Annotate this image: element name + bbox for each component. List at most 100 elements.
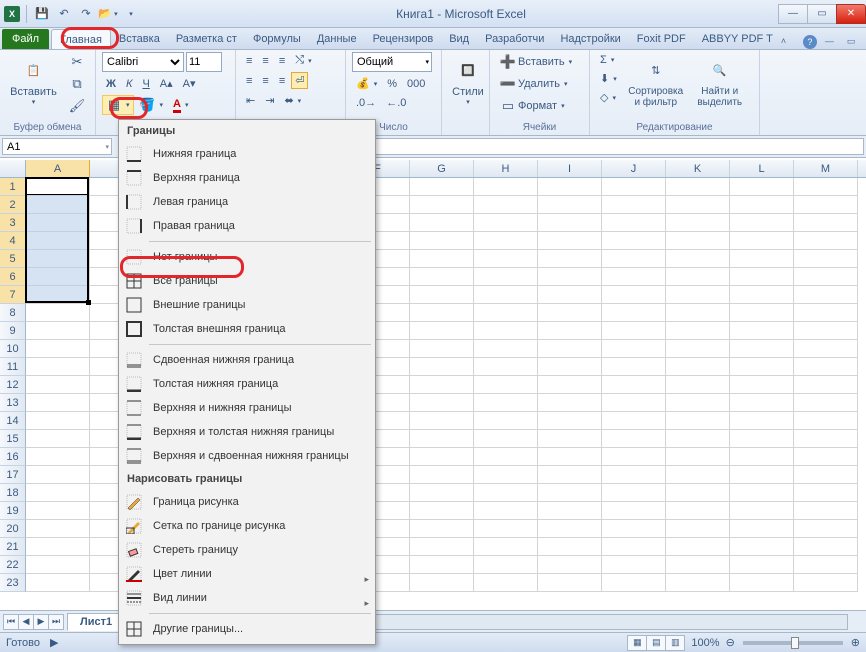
cell[interactable] xyxy=(602,322,666,340)
cell[interactable] xyxy=(666,484,730,502)
cell[interactable] xyxy=(666,502,730,520)
tab-вставка[interactable]: Вставка xyxy=(111,29,168,49)
mdi-restore-icon[interactable]: ▭ xyxy=(847,36,861,48)
cell[interactable] xyxy=(730,340,794,358)
border-menu-item[interactable]: Нижняя граница xyxy=(119,142,375,166)
align-middle-button[interactable]: ≡ xyxy=(258,53,272,69)
view-layout-button[interactable]: ▤ xyxy=(646,635,666,651)
cell[interactable] xyxy=(538,268,602,286)
bold-button[interactable]: Ж xyxy=(102,76,120,92)
cell[interactable] xyxy=(538,448,602,466)
cell[interactable] xyxy=(538,430,602,448)
row-header[interactable]: 7 xyxy=(0,286,26,304)
cell[interactable] xyxy=(410,538,474,556)
cell[interactable] xyxy=(410,232,474,250)
row-header[interactable]: 18 xyxy=(0,484,26,502)
border-menu-item[interactable]: Верхняя граница xyxy=(119,166,375,190)
cell[interactable] xyxy=(538,250,602,268)
cell[interactable] xyxy=(410,430,474,448)
cell[interactable] xyxy=(538,394,602,412)
cell[interactable] xyxy=(410,376,474,394)
row-header[interactable]: 4 xyxy=(0,232,26,250)
cell[interactable] xyxy=(26,430,90,448)
cell[interactable] xyxy=(666,466,730,484)
tab-abbyy pdf t[interactable]: ABBYY PDF T xyxy=(694,29,781,49)
cell[interactable] xyxy=(410,556,474,574)
sort-filter-button[interactable]: ⇅ Сортировка и фильтр xyxy=(625,52,687,110)
close-button[interactable]: ✕ xyxy=(836,4,866,24)
cell[interactable] xyxy=(474,196,538,214)
cell[interactable] xyxy=(538,214,602,232)
cell[interactable] xyxy=(538,196,602,214)
redo-icon[interactable]: ↷ xyxy=(77,5,95,23)
cell[interactable] xyxy=(538,556,602,574)
cell[interactable] xyxy=(474,484,538,502)
tab-вид[interactable]: Вид xyxy=(441,29,477,49)
tab-рецензиров[interactable]: Рецензиров xyxy=(365,29,442,49)
align-left-button[interactable]: ≡ xyxy=(242,73,256,89)
sheet-next-button[interactable]: ▶ xyxy=(33,614,49,630)
tab-разработчи[interactable]: Разработчи xyxy=(477,29,552,49)
cell[interactable] xyxy=(730,448,794,466)
cell[interactable] xyxy=(730,412,794,430)
cell[interactable] xyxy=(794,520,858,538)
cell[interactable] xyxy=(26,304,90,322)
row-header[interactable]: 9 xyxy=(0,322,26,340)
tab-надстройки[interactable]: Надстройки xyxy=(552,29,628,49)
border-menu-item[interactable]: Другие границы... xyxy=(119,617,375,641)
border-menu-item[interactable]: Нет границы xyxy=(119,245,375,269)
row-header[interactable]: 11 xyxy=(0,358,26,376)
cell[interactable] xyxy=(794,376,858,394)
cell[interactable] xyxy=(474,412,538,430)
border-menu-item[interactable]: Все границы xyxy=(119,269,375,293)
tab-данные[interactable]: Данные xyxy=(309,29,365,49)
row-header[interactable]: 16 xyxy=(0,448,26,466)
cell[interactable] xyxy=(26,340,90,358)
italic-button[interactable]: К xyxy=(122,76,136,92)
cell[interactable] xyxy=(26,322,90,340)
cell[interactable] xyxy=(794,322,858,340)
view-pagebreak-button[interactable]: ▥ xyxy=(665,635,685,651)
select-all-corner[interactable] xyxy=(0,160,26,177)
cell[interactable] xyxy=(730,520,794,538)
cell[interactable] xyxy=(666,322,730,340)
cell[interactable] xyxy=(602,286,666,304)
cell[interactable] xyxy=(666,358,730,376)
zoom-out-button[interactable]: ⊖ xyxy=(726,636,735,649)
cell[interactable] xyxy=(730,178,794,196)
cell[interactable] xyxy=(410,484,474,502)
cell[interactable] xyxy=(410,412,474,430)
underline-button[interactable]: Ч xyxy=(138,76,153,92)
cell[interactable] xyxy=(538,340,602,358)
cell[interactable] xyxy=(730,196,794,214)
accounting-button[interactable]: 💰 xyxy=(352,75,381,92)
format-painter-button[interactable]: 🖌 xyxy=(65,96,89,116)
cell[interactable] xyxy=(410,250,474,268)
cell[interactable] xyxy=(666,232,730,250)
column-header[interactable]: M xyxy=(794,160,858,177)
row-header[interactable]: 22 xyxy=(0,556,26,574)
cell[interactable] xyxy=(666,412,730,430)
border-menu-item[interactable]: Правая граница xyxy=(119,214,375,238)
macro-record-icon[interactable]: ▶ xyxy=(50,636,58,649)
cell[interactable] xyxy=(26,376,90,394)
cell[interactable] xyxy=(26,484,90,502)
cell[interactable] xyxy=(666,304,730,322)
border-menu-item[interactable]: Верхняя и сдвоенная нижняя границы xyxy=(119,444,375,468)
cell[interactable] xyxy=(474,250,538,268)
cell[interactable] xyxy=(602,394,666,412)
border-menu-item[interactable]: Сетка по границе рисунка xyxy=(119,514,375,538)
styles-button[interactable]: 🔲 Стили ▾ xyxy=(448,52,488,108)
cell[interactable] xyxy=(602,196,666,214)
border-menu-item[interactable]: Вид линии xyxy=(119,586,375,610)
cell[interactable] xyxy=(602,520,666,538)
zoom-in-button[interactable]: ⊕ xyxy=(851,636,860,649)
autosum-button[interactable]: Σ xyxy=(596,52,621,68)
cell[interactable] xyxy=(474,574,538,592)
cell[interactable] xyxy=(602,268,666,286)
cell[interactable] xyxy=(410,214,474,232)
copy-button[interactable]: ⧉ xyxy=(65,74,89,94)
cell[interactable] xyxy=(474,538,538,556)
cell[interactable] xyxy=(794,538,858,556)
cell[interactable] xyxy=(730,304,794,322)
